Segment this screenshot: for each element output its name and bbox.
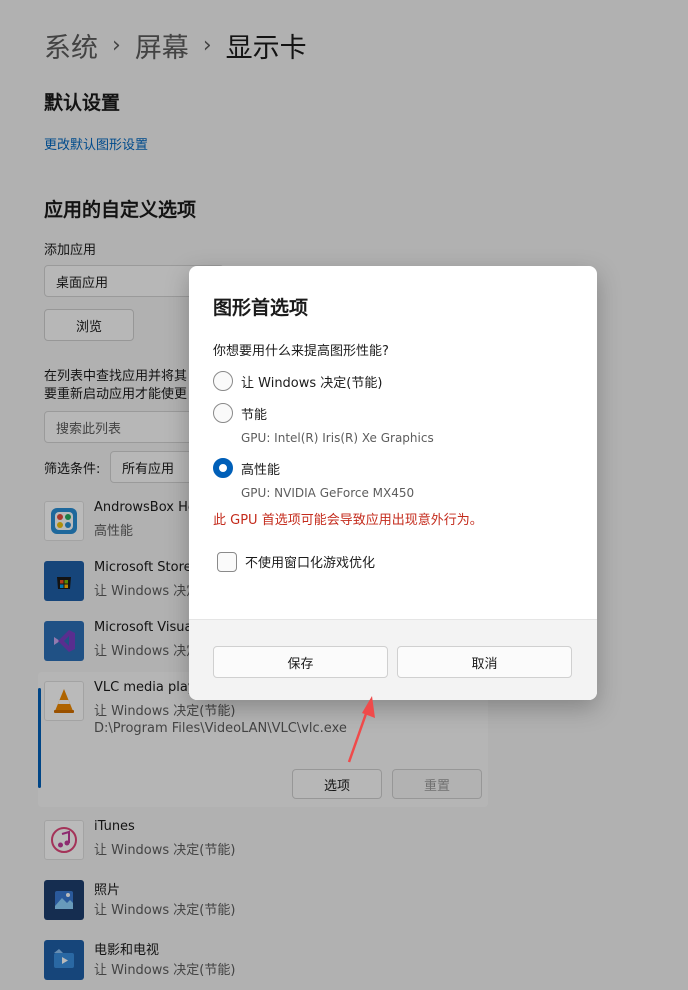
annotation-arrow-icon [347,696,375,763]
